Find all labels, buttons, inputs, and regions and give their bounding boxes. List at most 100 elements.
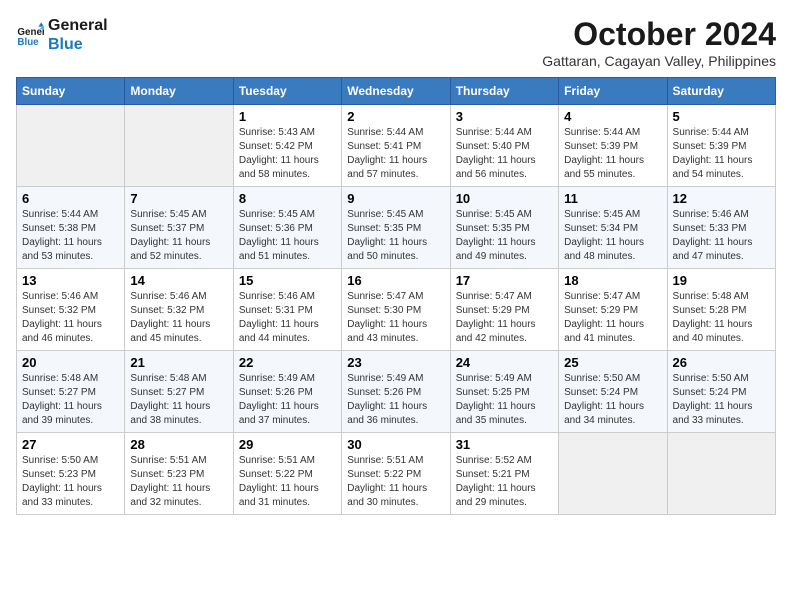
day-number: 6 <box>22 191 119 206</box>
day-detail: Sunrise: 5:44 AMSunset: 5:38 PMDaylight:… <box>22 208 119 264</box>
day-detail: Sunrise: 5:48 AMSunset: 5:28 PMDaylight:… <box>673 290 770 346</box>
day-detail: Sunrise: 5:51 AMSunset: 5:22 PMDaylight:… <box>347 454 444 510</box>
calendar-cell: 21Sunrise: 5:48 AMSunset: 5:27 PMDayligh… <box>125 351 233 433</box>
calendar-cell: 27Sunrise: 5:50 AMSunset: 5:23 PMDayligh… <box>17 433 125 515</box>
calendar-week-3: 13 Sunrise: 5:46 AMSunset: 5:32 PMDayligh… <box>17 269 776 351</box>
day-number: 19 <box>673 273 770 288</box>
calendar-cell: 24 Sunrise: 5:49 AMSunset: 5:25 PMDayligh… <box>450 351 558 433</box>
calendar-cell: 8 Sunrise: 5:45 AMSunset: 5:36 PMDaylight… <box>233 187 341 269</box>
calendar-cell: 18Sunrise: 5:47 AMSunset: 5:29 PMDayligh… <box>559 269 667 351</box>
day-detail: Sunrise: 5:49 AMSunset: 5:26 PMDaylight:… <box>239 372 336 428</box>
day-detail: Sunrise: 5:49 AMSunset: 5:26 PMDaylight:… <box>347 372 444 428</box>
day-detail: Sunrise: 5:46 AMSunset: 5:31 PMDaylight:… <box>239 290 336 346</box>
location-subtitle: Gattaran, Cagayan Valley, Philippines <box>542 53 776 69</box>
calendar-cell <box>125 105 233 187</box>
logo-icon: General Blue <box>16 21 44 49</box>
day-number: 4 <box>564 109 661 124</box>
day-number: 15 <box>239 273 336 288</box>
day-detail: Sunrise: 5:52 AMSunset: 5:21 PMDaylight:… <box>456 454 553 510</box>
calendar-cell: 5Sunrise: 5:44 AMSunset: 5:39 PMDaylight… <box>667 105 775 187</box>
calendar-cell: 30 Sunrise: 5:51 AMSunset: 5:22 PMDayligh… <box>342 433 450 515</box>
day-detail: Sunrise: 5:50 AMSunset: 5:24 PMDaylight:… <box>673 372 770 428</box>
day-number: 22 <box>239 355 336 370</box>
day-detail: Sunrise: 5:43 AMSunset: 5:42 PMDaylight:… <box>239 126 336 182</box>
column-header-saturday: Saturday <box>667 78 775 105</box>
day-number: 1 <box>239 109 336 124</box>
day-number: 29 <box>239 437 336 452</box>
calendar-cell: 28Sunrise: 5:51 AMSunset: 5:23 PMDayligh… <box>125 433 233 515</box>
svg-text:Blue: Blue <box>17 37 39 48</box>
day-detail: Sunrise: 5:44 AMSunset: 5:40 PMDaylight:… <box>456 126 553 182</box>
column-header-friday: Friday <box>559 78 667 105</box>
day-number: 25 <box>564 355 661 370</box>
day-number: 30 <box>347 437 444 452</box>
calendar-cell: 6 Sunrise: 5:44 AMSunset: 5:38 PMDaylight… <box>17 187 125 269</box>
calendar-week-1: 1 Sunrise: 5:43 AMSunset: 5:42 PMDaylight… <box>17 105 776 187</box>
day-detail: Sunrise: 5:45 AMSunset: 5:37 PMDaylight:… <box>130 208 227 264</box>
calendar-cell: 4 Sunrise: 5:44 AMSunset: 5:39 PMDaylight… <box>559 105 667 187</box>
day-detail: Sunrise: 5:49 AMSunset: 5:25 PMDaylight:… <box>456 372 553 428</box>
header-row: SundayMondayTuesdayWednesdayThursdayFrid… <box>17 78 776 105</box>
calendar-cell: 3 Sunrise: 5:44 AMSunset: 5:40 PMDaylight… <box>450 105 558 187</box>
day-detail: Sunrise: 5:47 AMSunset: 5:29 PMDaylight:… <box>564 290 661 346</box>
calendar-cell <box>17 105 125 187</box>
day-number: 28 <box>130 437 227 452</box>
day-detail: Sunrise: 5:45 AMSunset: 5:36 PMDaylight:… <box>239 208 336 264</box>
day-detail: Sunrise: 5:50 AMSunset: 5:24 PMDaylight:… <box>564 372 661 428</box>
calendar-cell: 26 Sunrise: 5:50 AMSunset: 5:24 PMDayligh… <box>667 351 775 433</box>
day-number: 20 <box>22 355 119 370</box>
column-header-tuesday: Tuesday <box>233 78 341 105</box>
title-block: October 2024 Gattaran, Cagayan Valley, P… <box>542 16 776 69</box>
day-detail: Sunrise: 5:44 AMSunset: 5:39 PMDaylight:… <box>564 126 661 182</box>
day-detail: Sunrise: 5:47 AMSunset: 5:29 PMDaylight:… <box>456 290 553 346</box>
day-number: 23 <box>347 355 444 370</box>
calendar-cell: 19 Sunrise: 5:48 AMSunset: 5:28 PMDayligh… <box>667 269 775 351</box>
calendar-cell: 12 Sunrise: 5:46 AMSunset: 5:33 PMDayligh… <box>667 187 775 269</box>
logo-text-general: General <box>48 16 108 35</box>
day-number: 10 <box>456 191 553 206</box>
day-number: 8 <box>239 191 336 206</box>
column-header-monday: Monday <box>125 78 233 105</box>
day-number: 13 <box>22 273 119 288</box>
day-detail: Sunrise: 5:51 AMSunset: 5:22 PMDaylight:… <box>239 454 336 510</box>
day-detail: Sunrise: 5:48 AMSunset: 5:27 PMDaylight:… <box>22 372 119 428</box>
day-number: 21 <box>130 355 227 370</box>
calendar-cell: 23 Sunrise: 5:49 AMSunset: 5:26 PMDayligh… <box>342 351 450 433</box>
calendar-table: SundayMondayTuesdayWednesdayThursdayFrid… <box>16 77 776 515</box>
day-detail: Sunrise: 5:46 AMSunset: 5:32 PMDaylight:… <box>130 290 227 346</box>
day-detail: Sunrise: 5:46 AMSunset: 5:33 PMDaylight:… <box>673 208 770 264</box>
calendar-cell: 25 Sunrise: 5:50 AMSunset: 5:24 PMDayligh… <box>559 351 667 433</box>
day-number: 3 <box>456 109 553 124</box>
calendar-cell: 1 Sunrise: 5:43 AMSunset: 5:42 PMDaylight… <box>233 105 341 187</box>
day-detail: Sunrise: 5:45 AMSunset: 5:35 PMDaylight:… <box>347 208 444 264</box>
calendar-cell: 14 Sunrise: 5:46 AMSunset: 5:32 PMDayligh… <box>125 269 233 351</box>
calendar-cell: 9 Sunrise: 5:45 AMSunset: 5:35 PMDaylight… <box>342 187 450 269</box>
month-title: October 2024 <box>542 16 776 53</box>
calendar-cell: 17 Sunrise: 5:47 AMSunset: 5:29 PMDayligh… <box>450 269 558 351</box>
calendar-cell: 20 Sunrise: 5:48 AMSunset: 5:27 PMDayligh… <box>17 351 125 433</box>
day-number: 17 <box>456 273 553 288</box>
day-number: 12 <box>673 191 770 206</box>
day-detail: Sunrise: 5:50 AMSunset: 5:23 PMDaylight:… <box>22 454 119 510</box>
calendar-cell <box>667 433 775 515</box>
day-detail: Sunrise: 5:45 AMSunset: 5:35 PMDaylight:… <box>456 208 553 264</box>
day-number: 14 <box>130 273 227 288</box>
calendar-cell: 13Sunrise: 5:46 AMSunset: 5:32 PMDayligh… <box>17 269 125 351</box>
calendar-cell <box>559 433 667 515</box>
calendar-cell: 22 Sunrise: 5:49 AMSunset: 5:26 PMDayligh… <box>233 351 341 433</box>
day-number: 16 <box>347 273 444 288</box>
logo: General Blue General Blue <box>16 16 108 54</box>
day-detail: Sunrise: 5:44 AMSunset: 5:39 PMDaylight:… <box>673 126 770 182</box>
calendar-week-4: 20 Sunrise: 5:48 AMSunset: 5:27 PMDayligh… <box>17 351 776 433</box>
day-number: 9 <box>347 191 444 206</box>
calendar-week-2: 6 Sunrise: 5:44 AMSunset: 5:38 PMDaylight… <box>17 187 776 269</box>
day-detail: Sunrise: 5:47 AMSunset: 5:30 PMDaylight:… <box>347 290 444 346</box>
calendar-cell: 10 Sunrise: 5:45 AMSunset: 5:35 PMDayligh… <box>450 187 558 269</box>
calendar-cell: 29 Sunrise: 5:51 AMSunset: 5:22 PMDayligh… <box>233 433 341 515</box>
day-number: 11 <box>564 191 661 206</box>
day-number: 26 <box>673 355 770 370</box>
day-number: 24 <box>456 355 553 370</box>
calendar-cell: 11Sunrise: 5:45 AMSunset: 5:34 PMDayligh… <box>559 187 667 269</box>
column-header-thursday: Thursday <box>450 78 558 105</box>
calendar-cell: 16 Sunrise: 5:47 AMSunset: 5:30 PMDayligh… <box>342 269 450 351</box>
